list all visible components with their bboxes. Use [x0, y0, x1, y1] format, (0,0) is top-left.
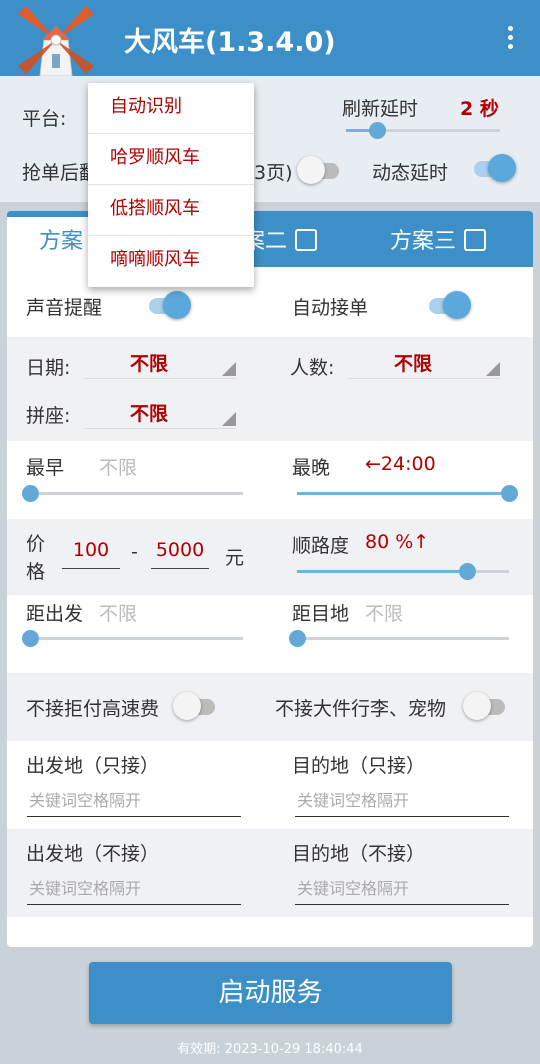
- menu-item-didi[interactable]: 嘀嘀顺风车: [88, 236, 254, 287]
- origin-include-label: 出发地（只接）: [26, 755, 160, 777]
- depart-distance-label: 距出发: [26, 603, 84, 625]
- depart-distance-value: 不限: [99, 603, 138, 625]
- dest-include-input[interactable]: 关键词空格隔开: [295, 787, 509, 817]
- route-match-value: 80 %↑: [365, 531, 430, 553]
- price-row: 价 格 100 - 5000 元 顺路度 80 %↑: [7, 519, 533, 595]
- carpool-value: 不限: [130, 403, 169, 425]
- tab-plan-1[interactable]: 方案: [7, 217, 93, 267]
- price-label-bottom: 格: [26, 561, 46, 583]
- dest-exclude-input[interactable]: 关键词空格隔开: [295, 875, 509, 905]
- dest-distance-slider[interactable]: [289, 628, 509, 648]
- dynamic-delay-label: 动态延时: [372, 162, 449, 184]
- slider-thumb[interactable]: [289, 630, 306, 647]
- price-max-input[interactable]: 5000: [151, 539, 209, 569]
- checkbox-icon[interactable]: [295, 229, 318, 251]
- include-keywords-row: 出发地（只接） 关键词空格隔开 目的地（只接） 关键词空格隔开: [7, 741, 533, 829]
- earliest-label: 最早: [26, 457, 65, 479]
- more-options-icon[interactable]: [500, 24, 520, 54]
- plan-card: 方案 案二 方案三 声音提醒 自动接单 日期: 不限 人数: 不限 拼座: 不限…: [7, 211, 533, 947]
- no-highway-fee-toggle[interactable]: [173, 692, 219, 720]
- alert-row: 声音提醒 自动接单: [7, 267, 533, 337]
- dest-distance-value: 不限: [365, 603, 404, 625]
- route-match-label: 顺路度: [292, 535, 350, 557]
- slider-thumb[interactable]: [22, 630, 39, 647]
- checkbox-icon[interactable]: [464, 229, 487, 251]
- carpool-label: 拼座:: [26, 405, 71, 427]
- time-row: 最早 不限 最晚 ←24:00: [7, 441, 533, 519]
- price-unit: 元: [225, 547, 245, 569]
- date-label: 日期:: [26, 357, 71, 379]
- dest-exclude-label: 目的地（不接）: [292, 843, 426, 865]
- latest-value: ←24:00: [365, 453, 436, 475]
- slider-thumb[interactable]: [22, 485, 39, 502]
- no-luggage-pets-toggle[interactable]: [463, 692, 509, 720]
- pages-label: 3页): [254, 162, 293, 184]
- depart-distance-slider[interactable]: [22, 628, 243, 648]
- carpool-dropdown[interactable]: 不限: [84, 399, 236, 429]
- earliest-value: 不限: [99, 457, 138, 479]
- start-service-button[interactable]: 启动服务: [89, 962, 452, 1024]
- dropdown-arrow-icon: [222, 362, 236, 376]
- menu-item-auto-detect[interactable]: 自动识别: [88, 83, 254, 134]
- route-match-slider[interactable]: [297, 561, 509, 581]
- auto-accept-toggle[interactable]: [425, 291, 471, 319]
- refresh-delay-label: 刷新延时: [342, 98, 419, 120]
- tab-label: 方案三: [390, 229, 457, 254]
- slider-thumb[interactable]: [368, 122, 386, 139]
- refresh-delay-value: 2 秒: [460, 98, 499, 120]
- tab-label: 方案: [39, 229, 84, 254]
- exclusion-row: 不接拒付高速费 不接大件行李、宠物: [7, 673, 533, 741]
- origin-include-input[interactable]: 关键词空格隔开: [27, 787, 241, 817]
- windmill-logo-icon: [18, 6, 94, 76]
- plan-tabs: 方案 案二 方案三: [7, 211, 533, 267]
- earliest-slider[interactable]: [22, 483, 243, 503]
- auto-accept-label: 自动接单: [292, 297, 369, 319]
- refresh-delay-slider[interactable]: [346, 120, 500, 140]
- people-label: 人数:: [290, 357, 335, 379]
- dest-distance-label: 距目地: [292, 603, 350, 625]
- dynamic-delay-toggle[interactable]: [470, 154, 516, 182]
- price-dash: -: [131, 541, 138, 563]
- origin-exclude-input[interactable]: 关键词空格隔开: [27, 875, 241, 905]
- price-min-input[interactable]: 100: [62, 539, 120, 569]
- grab-pages-toggle[interactable]: [297, 156, 343, 184]
- slider-thumb[interactable]: [458, 563, 476, 580]
- platform-label: 平台:: [22, 108, 67, 130]
- date-dropdown[interactable]: 不限: [84, 349, 236, 379]
- dropdown-arrow-icon: [222, 412, 236, 426]
- tab-plan-2[interactable]: 案二: [243, 217, 318, 267]
- grab-pages-label: 抢单后翻: [22, 162, 99, 184]
- sound-alert-label: 声音提醒: [26, 297, 103, 319]
- latest-slider[interactable]: [297, 483, 518, 503]
- global-settings-panel: 平台: 刷新延时 2 秒 抢单后翻 3页) 动态延时: [0, 76, 540, 202]
- expiry-text: 有效期: 2023-10-29 18:40:44: [177, 1042, 363, 1057]
- exclude-keywords-row: 出发地（不接） 关键词空格隔开 目的地（不接） 关键词空格隔开: [7, 829, 533, 917]
- price-label-top: 价: [26, 533, 46, 555]
- platform-menu: 自动识别 哈罗顺风车 低搭顺风车 嘀嘀顺风车: [88, 83, 254, 287]
- menu-item-dida[interactable]: 低搭顺风车: [88, 185, 254, 236]
- dropdown-arrow-icon: [486, 362, 500, 376]
- no-luggage-pets-label: 不接大件行李、宠物: [275, 698, 447, 720]
- people-value: 不限: [394, 353, 433, 375]
- no-highway-fee-label: 不接拒付高速费: [26, 698, 160, 720]
- app-bar: 大风车(1.3.4.0): [0, 0, 540, 76]
- distance-row: 距出发 不限 距目地 不限: [7, 595, 533, 673]
- filter-row: 日期: 不限 人数: 不限 拼座: 不限: [7, 337, 533, 441]
- app-title: 大风车(1.3.4.0): [124, 27, 336, 58]
- sound-alert-toggle[interactable]: [145, 291, 191, 319]
- origin-exclude-label: 出发地（不接）: [26, 843, 160, 865]
- menu-item-hello[interactable]: 哈罗顺风车: [88, 134, 254, 185]
- date-value: 不限: [130, 353, 169, 375]
- dest-include-label: 目的地（只接）: [292, 755, 426, 777]
- tab-plan-3[interactable]: 方案三: [390, 217, 487, 267]
- latest-label: 最晚: [292, 457, 331, 479]
- people-dropdown[interactable]: 不限: [348, 349, 500, 379]
- slider-thumb[interactable]: [501, 485, 518, 502]
